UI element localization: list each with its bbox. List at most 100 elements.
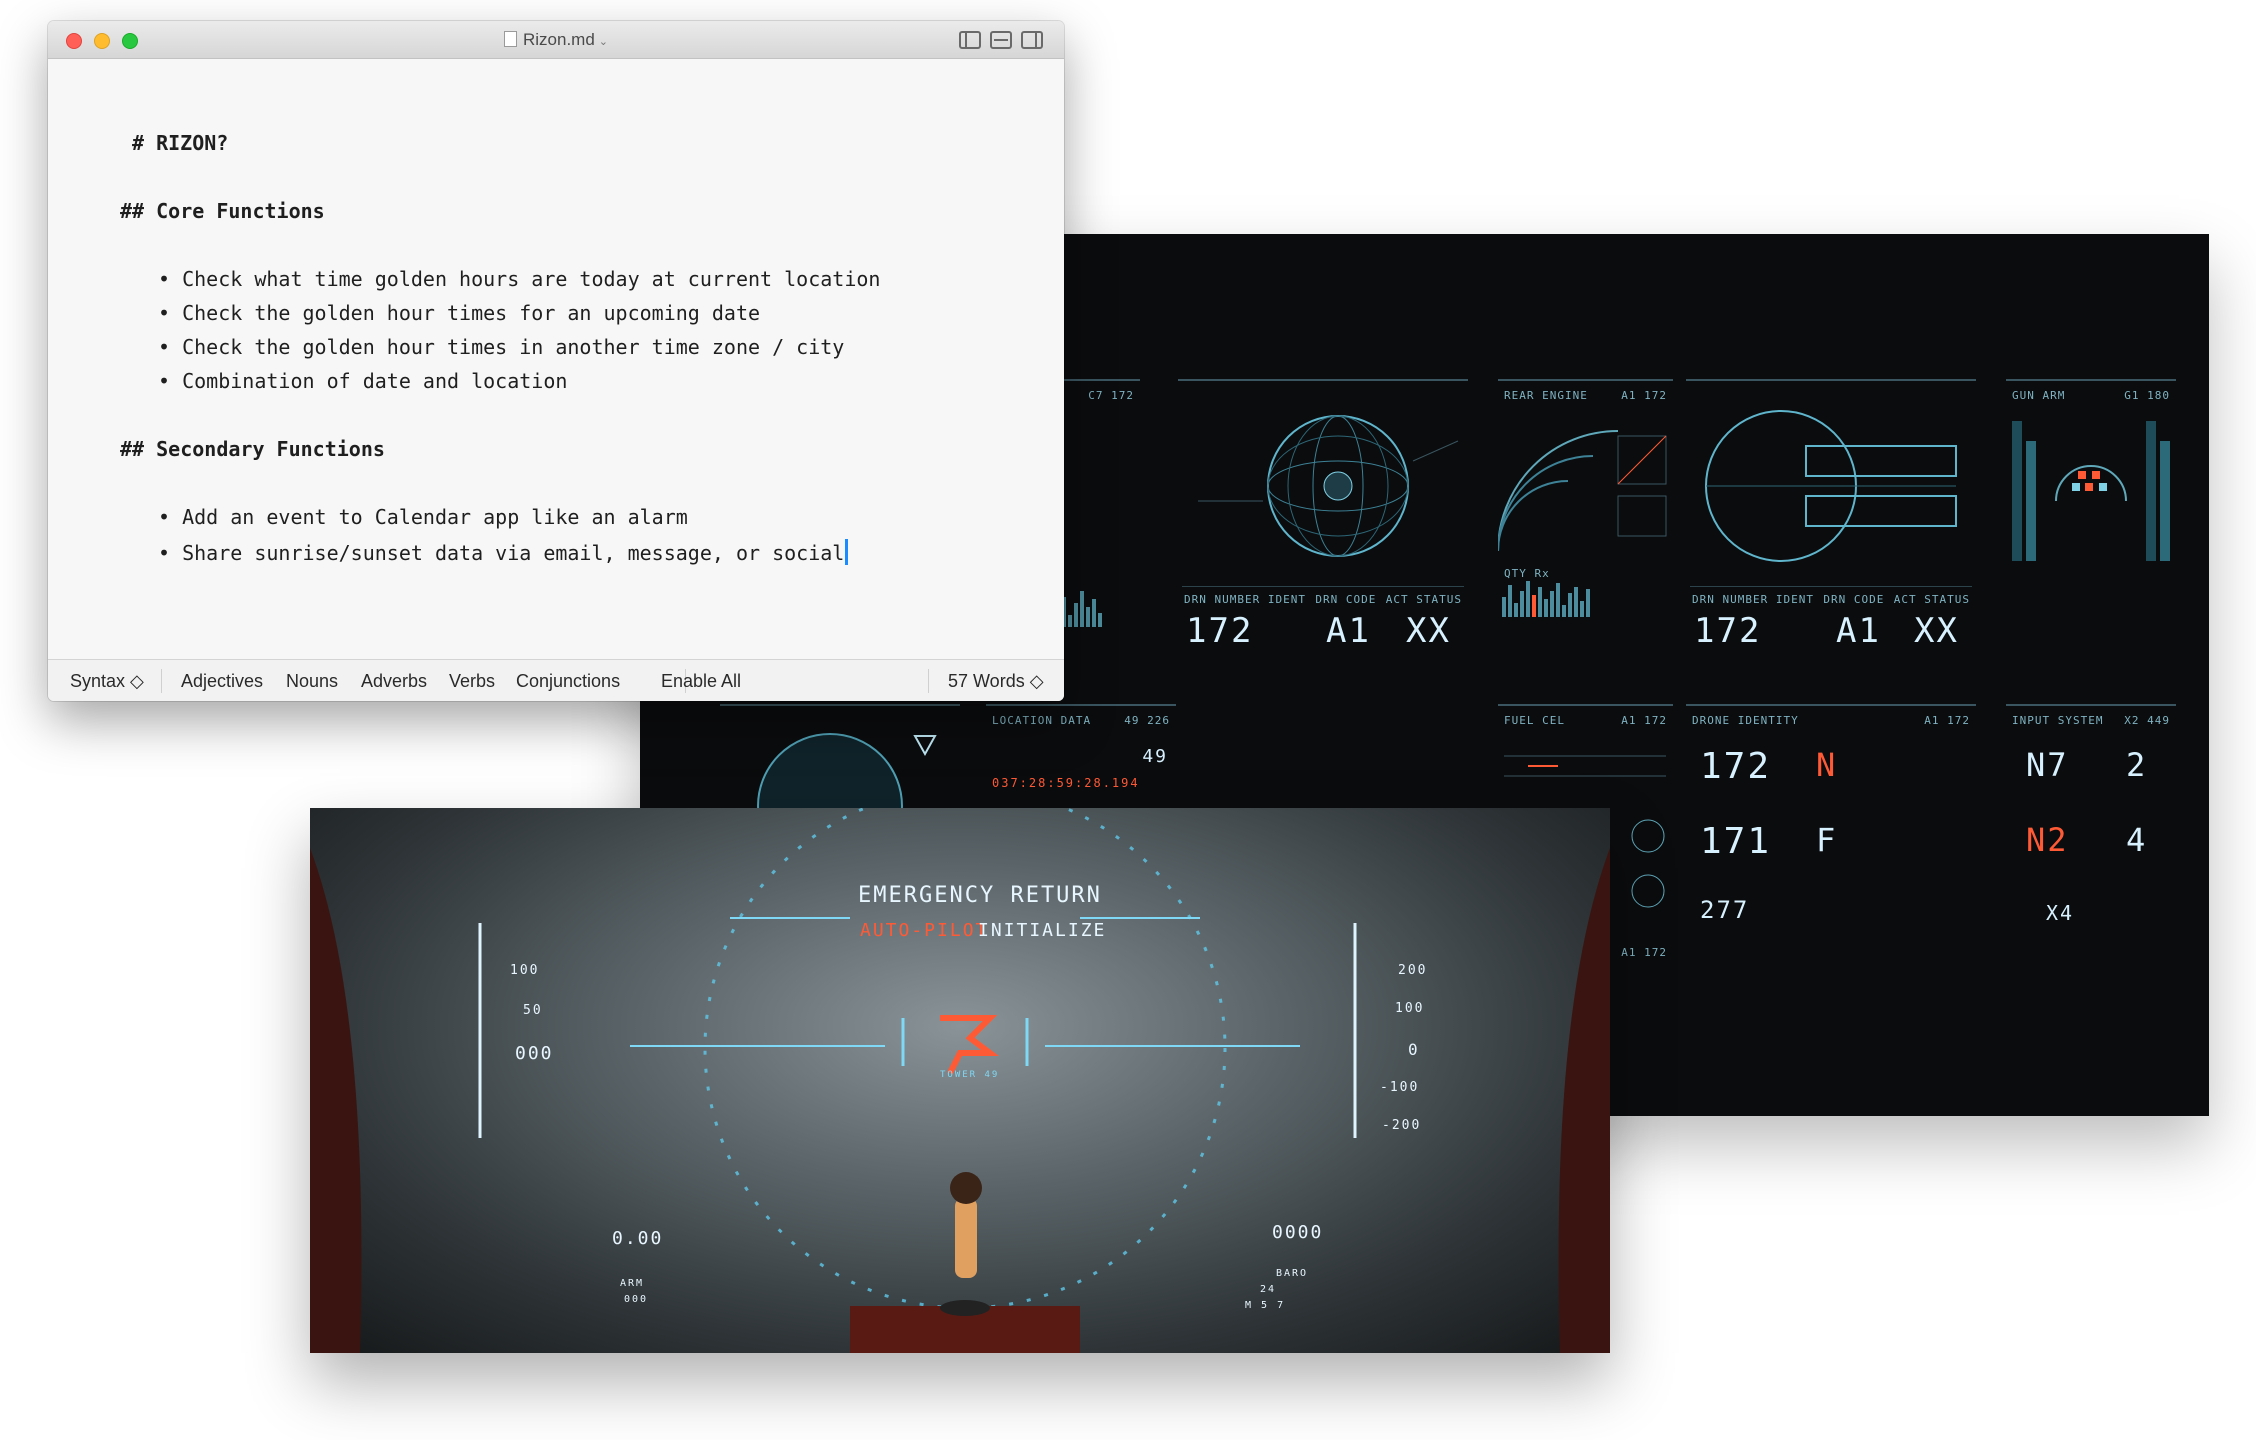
location-value: 49 xyxy=(1142,746,1168,767)
panel-code: A1 172 xyxy=(1621,389,1667,402)
panel-label: GUN ARM xyxy=(2012,389,2066,402)
fuel-code: A1 172 xyxy=(1621,946,1667,959)
drone-id-3: 277 xyxy=(1700,896,1750,924)
panel-code: A1 172 xyxy=(1621,714,1667,727)
list-item: • Combination of date and location xyxy=(158,369,568,393)
heading-1: # RIZON? xyxy=(132,131,229,155)
left-scale-3: 000 xyxy=(515,1043,554,1064)
document-icon xyxy=(503,31,517,47)
hud-line-1: EMERGENCY RETURN xyxy=(858,883,1102,908)
panel-code: G1 180 xyxy=(2124,389,2170,402)
split-view-icon[interactable] xyxy=(990,31,1012,49)
hud-panel-input-system: INPUT SYSTEM X2 449 N7 2 N2 4 X4 xyxy=(2006,704,2176,974)
sidebar-right-icon[interactable] xyxy=(1021,31,1043,49)
drone-id-2: 171 xyxy=(1700,821,1772,862)
list-item-text: • Share sunrise/sunset data via email, m… xyxy=(158,541,845,565)
drone-number: 172 xyxy=(1186,611,1254,651)
gun-arm-graphic xyxy=(2012,421,2170,561)
drone-status: XX xyxy=(1914,611,1959,651)
input-value-5: X4 xyxy=(2046,901,2075,925)
divider xyxy=(928,669,929,693)
word-count-menu[interactable]: 57 Words ◇ xyxy=(948,671,1044,692)
drone-code: A1 xyxy=(1836,611,1881,651)
hm-value: M 5 7 xyxy=(1245,1300,1286,1311)
nouns-toggle[interactable]: Nouns xyxy=(286,671,338,692)
input-value-1: N7 xyxy=(2026,746,2069,784)
globe-graphic xyxy=(1198,415,1459,557)
col-label: DRN CODE xyxy=(1823,593,1885,606)
verbs-toggle[interactable]: Verbs xyxy=(449,671,495,692)
hud-panel-earth xyxy=(720,704,960,826)
left-readout: 0.00 xyxy=(612,1228,664,1249)
adjectives-toggle[interactable]: Adjectives xyxy=(181,671,263,692)
left-scale-2: 50 xyxy=(523,1003,543,1018)
right-readout: 0000 xyxy=(1272,1222,1324,1243)
drone-glyph: F xyxy=(1816,821,1838,859)
cockpit-hud-image: EMERGENCY RETURN AUTO-PILOT INITIALIZE T… xyxy=(310,808,1610,1353)
tower-label: TOWER 49 xyxy=(940,1070,1000,1080)
panel-code: A1 172 xyxy=(1924,714,1970,727)
right-scale-3: 0 xyxy=(1408,1040,1420,1059)
panel-label: FUEL CEL xyxy=(1504,714,1565,727)
input-value-3: N2 xyxy=(2026,821,2069,859)
right-scale-5: -200 xyxy=(1382,1118,1422,1133)
right-scale-4: -100 xyxy=(1380,1080,1420,1095)
list-item: • Check the golden hour times for an upc… xyxy=(158,301,761,325)
panel-label: LOCATION DATA xyxy=(992,714,1092,727)
ship-graphic xyxy=(1704,410,1957,562)
chevron-down-icon: ⌄ xyxy=(598,36,609,48)
panel-label: INPUT SYSTEM xyxy=(2012,714,2104,727)
hud-line-2b: INITIALIZE xyxy=(978,920,1107,941)
arm-label: ARM xyxy=(620,1278,645,1289)
input-value-4: 4 xyxy=(2126,821,2148,859)
heading-2-core: ## Core Functions xyxy=(120,199,325,223)
editor-window: Rizon.md ⌄ # RIZON? ## Core Functions • C… xyxy=(48,21,1064,701)
location-time: 037:28:59:28.194 xyxy=(992,776,1140,790)
input-value-2: 2 xyxy=(2126,746,2148,784)
qty-label: QTY Rx xyxy=(1504,567,1550,580)
panel-label: REAR ENGINE xyxy=(1504,389,1588,402)
drone-status: XX xyxy=(1406,611,1451,651)
conjunctions-toggle[interactable]: Conjunctions xyxy=(516,671,620,692)
window-title-group[interactable]: Rizon.md ⌄ xyxy=(48,30,1064,50)
col-label: DRN NUMBER IDENT xyxy=(1184,593,1306,606)
list-item: • Add an event to Calendar app like an a… xyxy=(158,505,688,529)
panel-code: X2 449 xyxy=(2124,714,2170,727)
adverbs-toggle[interactable]: Adverbs xyxy=(361,671,427,692)
baro-value: 24 xyxy=(1260,1284,1277,1295)
baro-label: BARO xyxy=(1276,1268,1309,1279)
hud-panel-rear-engine: REAR ENGINE A1 172 QTY Rx xyxy=(1498,379,1673,649)
enable-all-button[interactable]: Enable All xyxy=(661,671,741,692)
list-item: • Check the golden hour times in another… xyxy=(158,335,845,359)
text-cursor xyxy=(845,539,849,565)
heading-2-secondary: ## Secondary Functions xyxy=(120,437,385,461)
title-bar[interactable]: Rizon.md ⌄ xyxy=(48,21,1064,59)
drone-id-1: 172 xyxy=(1700,746,1772,787)
col-label: DRN NUMBER IDENT xyxy=(1692,593,1814,606)
col-label: ACT STATUS xyxy=(1893,593,1970,606)
status-bar: Syntax ◇ Adjectives Nouns Adverbs Verbs … xyxy=(48,659,1064,701)
drone-glyph-red: N xyxy=(1816,746,1838,784)
panel-code: 49 226 xyxy=(1124,714,1170,727)
panel-code: C7 172 xyxy=(1088,389,1134,402)
hud-line-2a: AUTO-PILOT xyxy=(860,920,989,941)
drone-number: 172 xyxy=(1694,611,1762,651)
right-scale-2: 100 xyxy=(1395,1001,1425,1016)
drone-code: A1 xyxy=(1326,611,1371,651)
panel-label: DRONE IDENTITY xyxy=(1692,714,1799,727)
editor-content[interactable]: # RIZON? ## Core Functions • Check what … xyxy=(48,59,1064,659)
syntax-menu[interactable]: Syntax ◇ xyxy=(70,671,144,692)
col-label: DRN CODE xyxy=(1315,593,1377,606)
hud-panel-drone-identity: DRONE IDENTITY A1 172 172 171 277 N F xyxy=(1686,704,1976,974)
window-title: Rizon.md xyxy=(522,30,595,49)
hud-panel-location: LOCATION DATA 49 226 49 037:28:59:28.194 xyxy=(986,704,1176,824)
hud-panel-gun-arm: GUN ARM G1 180 xyxy=(2006,379,2176,649)
list-item: • Check what time golden hours are today… xyxy=(158,267,881,291)
list-item-with-cursor: • Share sunrise/sunset data via email, m… xyxy=(158,539,849,565)
sidebar-left-icon[interactable] xyxy=(959,31,981,49)
divider xyxy=(161,669,162,693)
right-scale-1: 200 xyxy=(1398,963,1428,978)
hud-panel-ship: DRN NUMBER IDENT DRN CODE ACT STATUS 172 A… xyxy=(1686,379,1976,651)
engine-graphic xyxy=(1498,430,1667,552)
left-scale-1: 100 xyxy=(510,963,540,978)
